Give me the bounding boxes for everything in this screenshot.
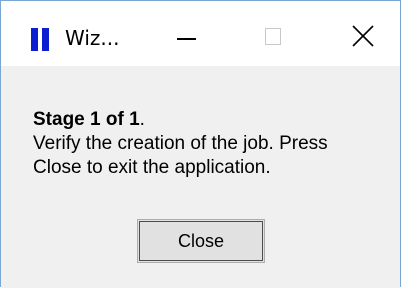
stage-label: Stage 1 of 1: [33, 109, 140, 130]
window-title: Wiz...: [65, 26, 120, 50]
close-icon: [352, 25, 374, 47]
stage-suffix: .: [139, 109, 145, 130]
dialog-content: Stage 1 of 1. Verify the creation of the…: [1, 66, 400, 288]
maximize-icon: [265, 28, 281, 45]
maximize-button[interactable]: [246, 13, 306, 63]
wizard-window: Wiz... Stage 1 of 1. Verify the creation…: [0, 0, 401, 288]
app-icon-bar-right: [42, 28, 49, 51]
message-text: Stage 1 of 1. Verify the creation of the…: [33, 108, 393, 180]
app-icon-bar-left: [31, 28, 38, 51]
window-close-button[interactable]: [336, 13, 396, 63]
app-icon[interactable]: [31, 28, 51, 51]
close-button[interactable]: Close: [137, 219, 265, 263]
message-line-1: Verify the creation of the job. Press: [33, 133, 328, 154]
stage-line: Stage 1 of 1.: [33, 108, 393, 132]
minimize-button[interactable]: [159, 13, 219, 63]
minimize-icon: [177, 38, 196, 40]
title-bar[interactable]: Wiz...: [1, 1, 400, 66]
message-line-2: Close to exit the application.: [33, 157, 271, 178]
